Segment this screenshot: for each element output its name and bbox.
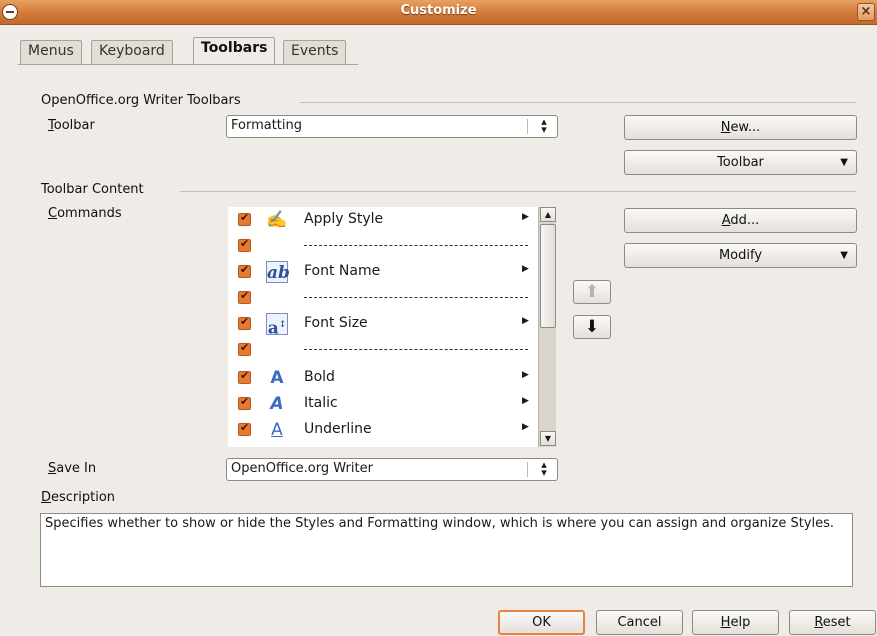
updown-arrows-icon: ▴ ▾	[541, 115, 547, 136]
submenu-arrow-icon: ▶	[522, 370, 529, 380]
window-title: Customize	[400, 3, 477, 18]
separator-line	[304, 245, 528, 246]
toolbars-section-title: OpenOffice.org Writer Toolbars	[41, 93, 241, 108]
arrow-up-icon: ⬆	[584, 282, 600, 302]
command-checkbox[interactable]	[238, 237, 251, 252]
save-in-label: Save In	[48, 461, 97, 476]
save-in-value: OpenOffice.org Writer	[231, 461, 373, 476]
move-down-button[interactable]: ⬇	[573, 315, 611, 339]
toolbars-section-divider	[300, 102, 856, 103]
command-checkbox[interactable]	[238, 263, 251, 278]
add-command-button[interactable]: Add...	[624, 208, 857, 233]
content-section-title: Toolbar Content	[41, 182, 144, 197]
updown-arrows-icon: ▴ ▾	[541, 458, 547, 479]
command-checkbox[interactable]	[238, 289, 251, 304]
list-item[interactable]: ab Font Name ▶	[228, 259, 538, 285]
command-checkbox[interactable]	[238, 369, 251, 384]
command-label: Underline	[304, 421, 372, 437]
list-item-separator[interactable]	[228, 337, 538, 363]
command-label: Apply Style	[304, 211, 384, 227]
command-label: Bold	[304, 369, 335, 385]
command-checkbox[interactable]	[238, 315, 251, 330]
apply-style-icon: ✍	[266, 210, 288, 230]
tab-menus[interactable]: Menus	[20, 40, 82, 64]
submenu-arrow-icon: ▶	[522, 316, 529, 326]
commands-scrollbar[interactable]: ▲ ▼	[538, 207, 556, 447]
close-icon[interactable]: ×	[857, 3, 875, 21]
dropdown-arrow-icon: ▼	[840, 250, 848, 261]
list-item[interactable]: a↕ Font Size ▶	[228, 311, 538, 339]
italic-icon: A	[270, 394, 284, 414]
reset-button[interactable]: Reset	[789, 610, 876, 635]
scroll-thumb[interactable]	[540, 224, 556, 328]
modify-menu-button[interactable]: Modify ▼	[624, 243, 857, 268]
command-checkbox[interactable]	[238, 421, 251, 436]
separator-line	[304, 349, 528, 350]
ok-button[interactable]: OK	[498, 610, 585, 635]
command-label: Italic	[304, 395, 338, 411]
cancel-button[interactable]: Cancel	[596, 610, 683, 635]
commands-list[interactable]: ✍ Apply Style ▶ ab Font Name ▶ a↕ Font S…	[228, 207, 556, 447]
command-checkbox[interactable]	[238, 341, 251, 356]
underline-icon: A	[271, 420, 283, 440]
submenu-arrow-icon: ▶	[522, 264, 529, 274]
separator-line	[304, 297, 528, 298]
command-label: Font Size	[304, 315, 368, 331]
tab-bar-divider	[18, 64, 358, 65]
tab-keyboard[interactable]: Keyboard	[91, 40, 173, 64]
list-item-separator[interactable]	[228, 233, 538, 259]
toolbar-select[interactable]: Formatting ▴ ▾	[226, 115, 558, 138]
description-label: Description	[41, 490, 116, 505]
list-item[interactable]: A Bold ▶	[228, 365, 538, 391]
list-item[interactable]: ✍ Apply Style ▶	[228, 207, 538, 233]
dropdown-arrow-icon: ▼	[840, 157, 848, 168]
command-checkbox[interactable]	[238, 395, 251, 410]
font-name-icon: ab	[266, 261, 290, 283]
description-text: Specifies whether to show or hide the St…	[40, 513, 853, 587]
tab-events[interactable]: Events	[283, 40, 347, 64]
commands-label: Commands	[48, 206, 122, 221]
toolbar-menu-button[interactable]: Toolbar ▼	[624, 150, 857, 175]
help-button[interactable]: Help	[692, 610, 779, 635]
bold-icon: A	[270, 368, 284, 388]
submenu-arrow-icon: ▶	[522, 422, 529, 432]
content-section-divider	[180, 191, 856, 192]
submenu-arrow-icon: ▶	[522, 396, 529, 406]
submenu-arrow-icon: ▶	[522, 212, 529, 222]
scroll-up-icon[interactable]: ▲	[540, 207, 556, 222]
command-checkbox[interactable]	[238, 211, 251, 226]
toolbar-select-value: Formatting	[231, 118, 303, 133]
save-in-select[interactable]: OpenOffice.org Writer ▴ ▾	[226, 458, 558, 481]
title-bar: Customize ×	[0, 0, 877, 25]
arrow-down-icon: ⬇	[584, 317, 600, 337]
list-item[interactable]: A Italic ▶	[228, 391, 538, 417]
tab-toolbars[interactable]: Toolbars	[193, 37, 276, 65]
new-toolbar-button[interactable]: New...	[624, 115, 857, 140]
list-item[interactable]: A Underline ▶	[228, 417, 538, 443]
command-label: Font Name	[304, 263, 381, 279]
font-size-icon: a↕	[266, 313, 288, 339]
list-item-separator[interactable]	[228, 285, 538, 311]
toolbar-label: Toolbar	[48, 118, 95, 133]
scroll-down-icon[interactable]: ▼	[540, 431, 556, 446]
move-up-button[interactable]: ⬆	[573, 280, 611, 304]
